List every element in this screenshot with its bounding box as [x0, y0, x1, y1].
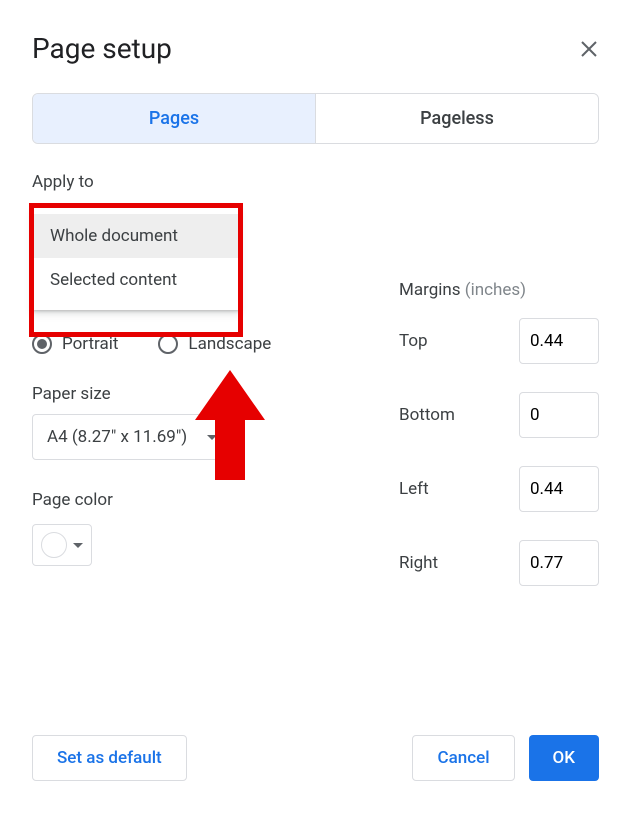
- orientation-portrait[interactable]: Portrait: [32, 334, 118, 354]
- apply-to-label: Apply to: [32, 172, 599, 192]
- apply-to-dropdown: Whole document Selected content: [32, 206, 240, 310]
- margin-right-input[interactable]: [519, 540, 599, 586]
- tab-pages[interactable]: Pages: [33, 94, 315, 143]
- tab-pageless[interactable]: Pageless: [315, 94, 598, 143]
- margin-top-input[interactable]: [519, 318, 599, 364]
- dialog-title: Page setup: [32, 32, 172, 65]
- paper-size-label: Paper size: [32, 384, 349, 404]
- color-swatch-icon: [41, 532, 67, 558]
- margins-label: Margins (inches): [399, 280, 599, 300]
- paper-size-select[interactable]: A4 (8.27" x 11.69"): [32, 414, 232, 460]
- page-color-label: Page color: [32, 490, 349, 510]
- tabs: Pages Pageless: [32, 93, 599, 144]
- apply-to-option-selected[interactable]: Selected content: [32, 258, 240, 302]
- apply-to-option-whole[interactable]: Whole document: [32, 214, 240, 258]
- margin-bottom-label: Bottom: [399, 405, 455, 425]
- margin-left-label: Left: [399, 479, 429, 499]
- cancel-button[interactable]: Cancel: [412, 735, 514, 781]
- portrait-label: Portrait: [62, 334, 118, 354]
- orientation-group: Portrait Landscape: [32, 334, 349, 354]
- landscape-label: Landscape: [188, 334, 271, 354]
- chevron-down-icon: [73, 543, 83, 548]
- chevron-down-icon: [207, 435, 217, 440]
- ok-button[interactable]: OK: [529, 735, 599, 781]
- paper-size-value: A4 (8.27" x 11.69"): [47, 427, 187, 447]
- orientation-landscape[interactable]: Landscape: [158, 334, 271, 354]
- margins-unit: (inches): [465, 280, 526, 300]
- close-icon[interactable]: [579, 39, 599, 59]
- radio-icon: [32, 334, 52, 354]
- margin-right-label: Right: [399, 553, 438, 573]
- page-color-select[interactable]: [32, 524, 92, 566]
- margin-top-label: Top: [399, 331, 428, 351]
- margin-left-input[interactable]: [519, 466, 599, 512]
- set-default-button[interactable]: Set as default: [32, 735, 187, 781]
- radio-icon: [158, 334, 178, 354]
- margin-bottom-input[interactable]: [519, 392, 599, 438]
